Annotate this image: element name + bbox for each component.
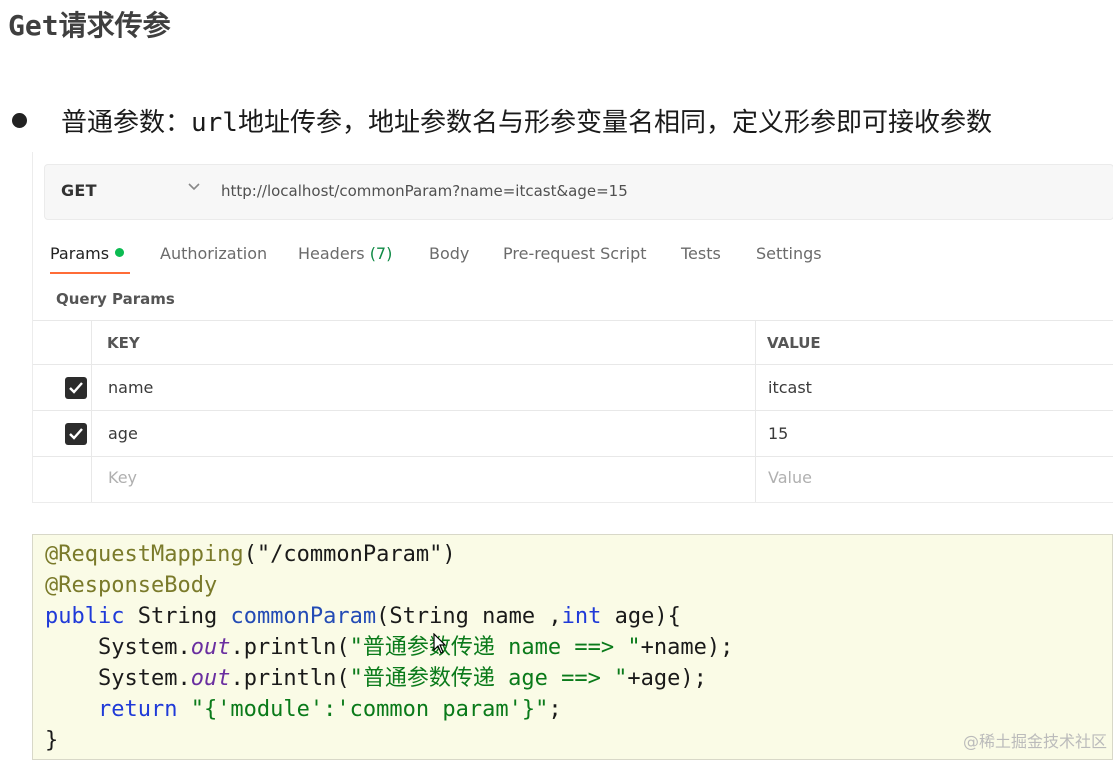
tab-params-label: Params — [50, 244, 110, 263]
param-value-cell[interactable]: 15 — [768, 424, 788, 443]
chevron-down-icon[interactable] — [185, 177, 203, 195]
checkmark-icon — [69, 382, 83, 394]
active-tab-indicator — [50, 272, 130, 274]
code-keyword: int — [561, 604, 602, 629]
code-text: System. — [45, 666, 191, 691]
code-method-name: commonParam — [230, 604, 377, 629]
code-block: @RequestMapping("/commonParam") @Respons… — [32, 534, 1113, 760]
code-text: } — [45, 728, 59, 753]
code-annotation: @ResponseBody — [45, 573, 218, 598]
param-key-cell[interactable]: age — [108, 424, 138, 443]
http-method-select[interactable]: GET — [61, 181, 97, 200]
code-string: "普通参数传递 name ==> " — [349, 635, 641, 660]
bullet-text: 普通参数：url地址传参，地址参数名与形参变量名相同，定义形参即可接收参数 — [61, 107, 992, 138]
tab-headers[interactable]: Headers (7) — [298, 244, 392, 263]
url-bar: GET http://localhost/commonParam?name=it… — [44, 164, 1113, 220]
table-divider — [33, 456, 1113, 457]
row-checkbox[interactable] — [65, 423, 87, 445]
table-divider — [33, 364, 1113, 365]
code-line: return "{'module':'common param'}"; — [45, 694, 562, 725]
params-active-dot-icon — [115, 248, 125, 257]
code-line: System.out.println("普通参数传递 age ==> "+age… — [45, 663, 707, 694]
code-string: "普通参数传递 age ==> " — [349, 666, 628, 691]
table-divider — [33, 410, 1113, 411]
tab-pre-request-script[interactable]: Pre-request Script — [503, 244, 647, 263]
tab-params[interactable]: Params — [50, 244, 125, 263]
code-static-field: out — [190, 635, 231, 660]
param-key-cell[interactable]: name — [108, 378, 153, 397]
watermark: @稀土掘金技术社区 — [962, 732, 1107, 751]
headers-count: (7) — [369, 244, 393, 263]
table-divider — [33, 320, 1113, 321]
code-text: .println( — [230, 666, 350, 691]
code-text: (String name , — [376, 604, 562, 629]
code-line: } — [45, 725, 58, 756]
code-line: @RequestMapping("/commonParam") — [45, 539, 456, 570]
param-value-cell[interactable]: itcast — [768, 378, 812, 397]
code-text: +name); — [640, 635, 734, 660]
code-text: String — [124, 604, 231, 629]
code-text: System. — [45, 635, 191, 660]
tab-tests[interactable]: Tests — [681, 244, 721, 263]
url-input[interactable]: http://localhost/commonParam?name=itcast… — [221, 182, 628, 200]
column-divider — [91, 320, 92, 502]
column-header-value: VALUE — [767, 334, 821, 352]
column-divider — [755, 320, 756, 502]
new-value-input[interactable]: Value — [768, 468, 812, 487]
code-text: +age); — [627, 666, 707, 691]
mouse-pointer-icon — [433, 632, 447, 659]
code-text: .println( — [230, 635, 350, 660]
bullet-dot-icon — [12, 112, 27, 128]
query-params-heading: Query Params — [56, 290, 175, 308]
checkmark-icon — [69, 428, 83, 440]
code-keyword: return — [45, 697, 178, 722]
code-text: ; — [548, 697, 562, 722]
code-string: "{'module':'common param'}" — [177, 697, 549, 722]
tab-authorization[interactable]: Authorization — [160, 244, 267, 263]
code-line: System.out.println("普通参数传递 name ==> "+na… — [45, 632, 733, 663]
params-table: KEY VALUE name itcast age 15 Key Value — [33, 320, 1113, 502]
code-line: @ResponseBody — [45, 570, 217, 601]
bullet-point: 普通参数：url地址传参，地址参数名与形参变量名相同，定义形参即可接收参数 — [8, 100, 992, 140]
postman-request-panel: GET http://localhost/commonParam?name=it… — [32, 152, 1113, 503]
code-text: ("/commonParam") — [243, 542, 456, 567]
code-line: public String commonParam(String name ,i… — [45, 601, 681, 632]
code-keyword: public — [45, 604, 125, 629]
page-title: Get请求传参 — [8, 9, 171, 42]
row-checkbox[interactable] — [65, 377, 87, 399]
column-header-key: KEY — [107, 334, 140, 352]
code-static-field: out — [190, 666, 231, 691]
tab-body[interactable]: Body — [429, 244, 469, 263]
code-text: age){ — [601, 604, 681, 629]
tab-headers-label: Headers — [298, 244, 365, 263]
new-key-input[interactable]: Key — [108, 468, 137, 487]
code-annotation: @RequestMapping — [45, 542, 244, 567]
tab-settings[interactable]: Settings — [756, 244, 822, 263]
